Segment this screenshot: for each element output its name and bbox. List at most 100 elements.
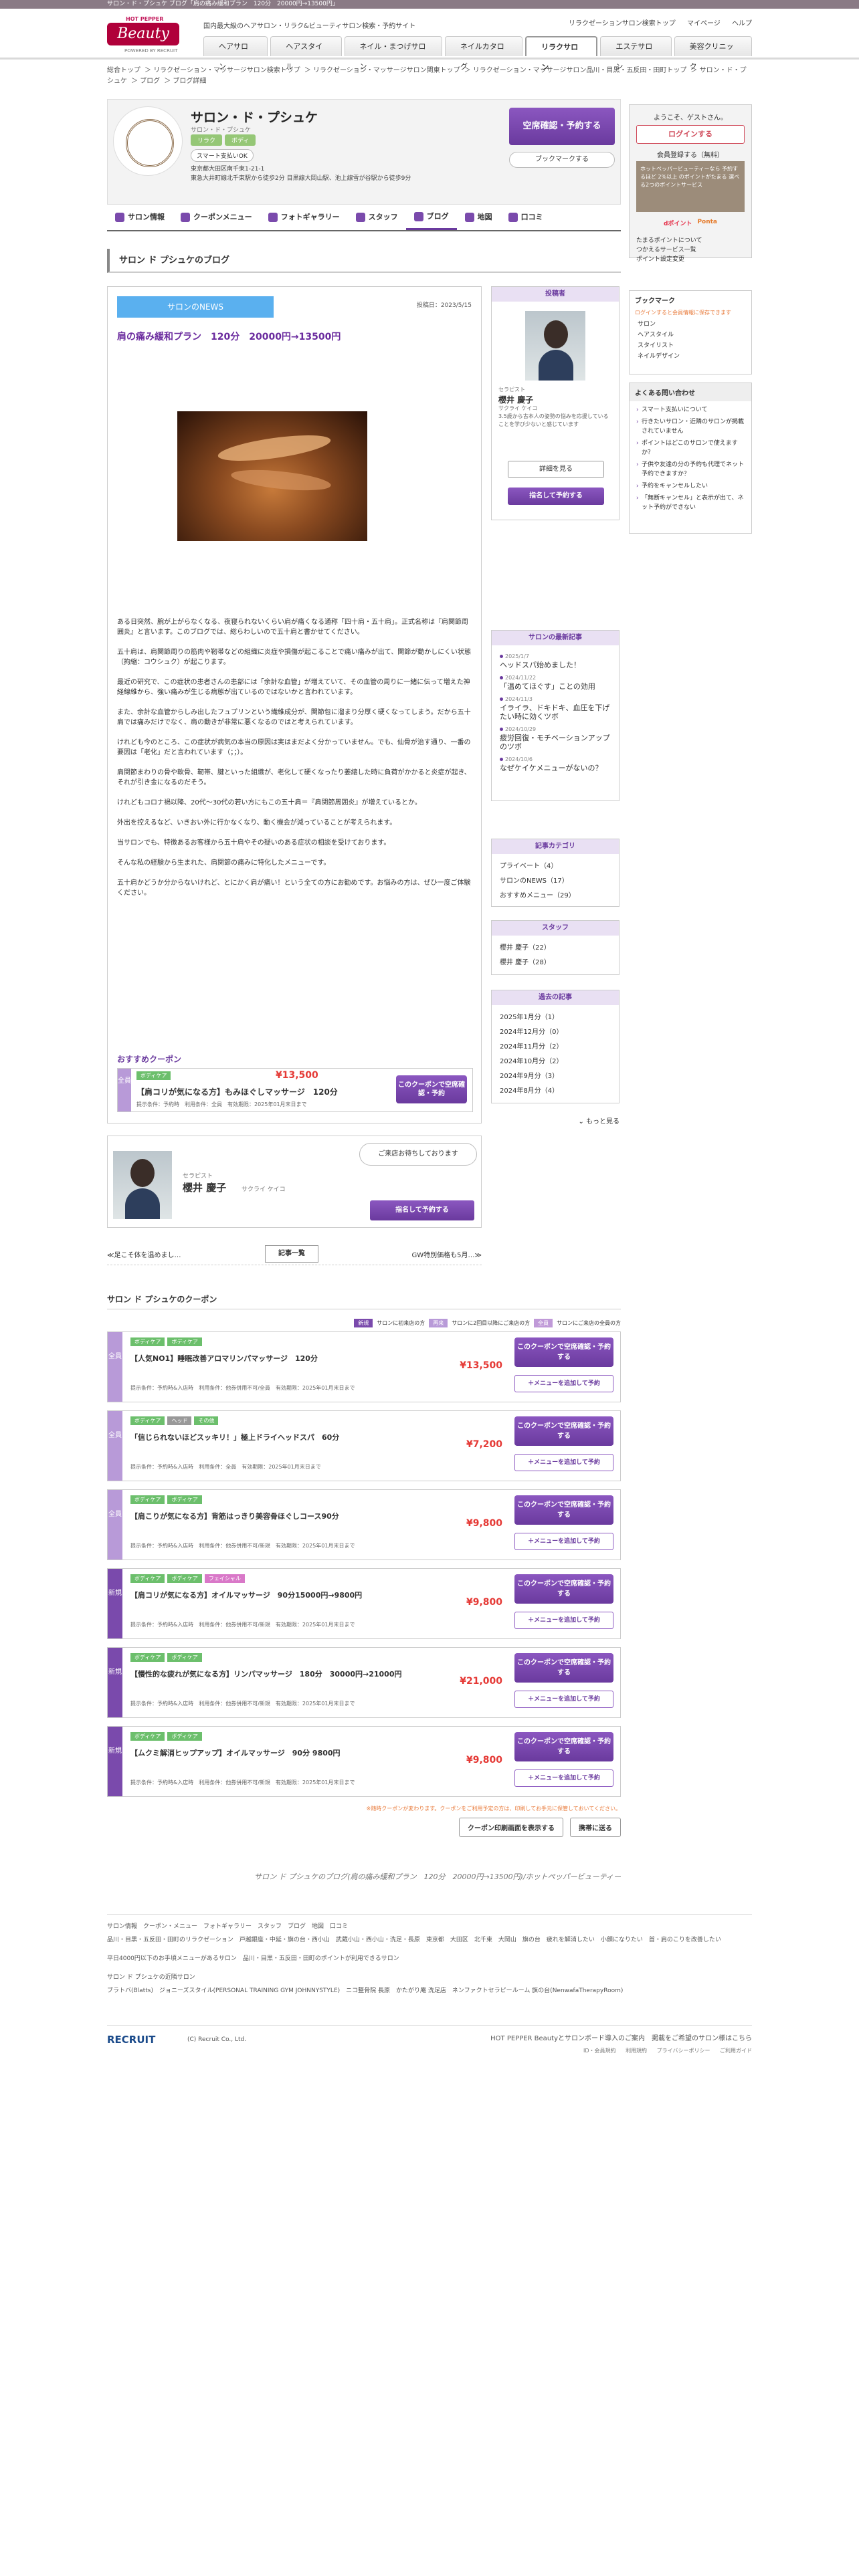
recent-post-item[interactable]: 2024/11/22 「温めてほぐす」ことの効用 [500,673,612,691]
footer-link-row[interactable]: 平日4000円以下のお手頃メニューがあるサロン 品川・目黒・五反田・田町のポイン… [107,1952,752,1965]
footer-legal-link[interactable]: プライバシーポリシー [657,2048,710,2054]
recent-post-item[interactable]: 2024/10/29 疲労回復・モチベーションアップのツボ [500,725,612,751]
tab-salon-info[interactable]: サロン情報 [107,205,173,230]
tab-blog[interactable]: ブログ [405,205,457,230]
coupon-reserve-button[interactable]: このクーポンで空席確認・予約する [514,1732,613,1761]
coupon-name[interactable]: 【肩コリが気になる方】もみほぐしマッサージ 120分 [136,1086,338,1097]
prev-post-link[interactable]: ≪足こそ体を温めまし… [107,1249,181,1259]
footer-legal-link[interactable]: 利用規約 [626,2048,647,2054]
gnav-tab-beauty-clinic[interactable]: 美容クリニック [674,36,753,71]
breadcrumb-item[interactable]: ブログ [140,78,160,85]
point-link[interactable]: つかえるサービス一覧 [636,245,702,255]
archive-link[interactable]: 2025年1月分（1） [500,1010,611,1025]
add-menu-reserve-button[interactable]: ＋メニューを追加して予約 [514,1612,613,1629]
recruit-logo[interactable]: RECRUIT [107,2034,155,2046]
tab-photo-gallery[interactable]: フォトギャラリー [260,205,348,230]
reserve-button[interactable]: 空席確認・予約する [509,108,615,145]
coupon-reserve-button[interactable]: このクーポンで空席確認・予約 [396,1075,467,1103]
recent-post-item[interactable]: 2024/10/6 なぜケイケメニューがないの？ [500,755,612,772]
print-coupon-button[interactable]: クーポン印刷画面を表示する [459,1818,563,1837]
gnav-tab-hairstyle[interactable]: ヘアスタイル [270,36,342,71]
footer-legal-link[interactable]: ID・会員規約 [583,2048,616,2054]
add-menu-reserve-button[interactable]: ＋メニューを追加して予約 [514,1454,613,1471]
tab-reviews[interactable]: 口コミ [500,205,551,230]
category-link[interactable]: おすすめメニュー（29） [500,889,611,903]
footer-link-row[interactable]: サロン情報 クーポン・メニュー フォトギャラリー スタッフ ブログ 地図 口コミ [107,1920,752,1933]
coupon-reserve-button[interactable]: このクーポンで空席確認・予約する [514,1495,613,1525]
gnav-tab-hair-salon[interactable]: ヘアサロン [203,36,268,71]
tab-coupon-menu[interactable]: クーポンメニュー [173,205,260,230]
stylist-name[interactable]: 櫻井 慶子 [183,1180,226,1194]
archive-link[interactable]: 2024年8月分（4） [500,1084,611,1099]
footer-link-row[interactable]: 品川・目黒・五反田・田町のリラクゼーション 戸越銀座・中延・旗の台・西小山 武蔵… [107,1933,752,1947]
post-title[interactable]: イライラ、ドキドキ、血圧を下げたい時に効くツボ [500,704,609,721]
nominate-reserve-button[interactable]: 指名して予約する [508,488,604,505]
coupon-reserve-button[interactable]: このクーポンで空席確認・予約する [514,1574,613,1604]
util-mypage-link[interactable]: マイページ [687,20,721,27]
util-relax-top-link[interactable]: リラクゼーションサロン検索トップ [569,20,676,27]
faq-link[interactable]: 行きたいサロン・近隣のサロンが掲載されていません [636,417,745,436]
category-link[interactable]: プライベート（4） [500,859,611,874]
author-photo[interactable] [525,311,585,381]
author-detail-button[interactable]: 詳細を見る [508,461,604,478]
post-list-button[interactable]: 記事一覧 [265,1245,318,1263]
smart-pay-badge[interactable]: スマート支払いOK [191,149,254,162]
site-logo[interactable]: HOT PEPPER Beauty POWERED BY RECRUIT [107,16,181,53]
bookmark-button[interactable]: ブックマークする [509,152,615,168]
coupon-name[interactable]: 「信じられないほどスッキリ！」極上ドライヘッドスパ 60分 [130,1432,411,1442]
tab-staff[interactable]: スタッフ [348,205,406,230]
recent-post-item[interactable]: 2024/11/3 イライラ、ドキドキ、血圧を下げたい時に効くツボ [500,695,612,721]
gnav-tab-esthetic-salon[interactable]: エステサロン [600,36,672,71]
point-link[interactable]: たまるポイントについて [636,236,702,245]
faq-link[interactable]: ポイントはどこのサロンで使えますか？ [636,439,745,457]
coupon-name[interactable]: 【慢性的な疲れが気になる方】リンパマッサージ 180分 30000円→21000… [130,1669,411,1679]
register-link[interactable]: 会員登録する（無料） [630,149,751,159]
stylist-photo[interactable] [113,1151,172,1219]
gnav-tab-nail-catalog[interactable]: ネイルカタログ [445,36,523,71]
bookmark-link[interactable]: ネイルデザイン [638,351,743,362]
add-menu-reserve-button[interactable]: ＋メニューを追加して予約 [514,1375,613,1392]
login-button[interactable]: ログインする [636,125,745,144]
add-menu-reserve-button[interactable]: ＋メニューを追加して予約 [514,1691,613,1708]
archive-link[interactable]: 2024年9月分（3） [500,1069,611,1084]
coupon-reserve-button[interactable]: このクーポンで空席確認・予約する [514,1337,613,1367]
util-help-link[interactable]: ヘルプ [732,20,752,27]
bookmark-link[interactable]: ヘアスタイル [638,330,743,340]
staff-link[interactable]: 櫻井 慶子（28） [500,956,611,970]
category-link[interactable]: サロンのNEWS（17） [500,874,611,889]
post-title[interactable]: 疲労回復・モチベーションアップのツボ [500,734,610,751]
staff-link[interactable]: 櫻井 慶子（22） [500,941,611,956]
gnav-tab-nail-salon[interactable]: ネイル・まつげサロン [344,36,443,71]
post-title[interactable]: 「温めてほぐす」ことの効用 [500,682,595,691]
tab-map[interactable]: 地図 [457,205,500,230]
archive-more-link[interactable]: ⌄ もっと見る [491,1115,619,1125]
add-menu-reserve-button[interactable]: ＋メニューを追加して予約 [514,1769,613,1787]
faq-link[interactable]: スマート支払いについて [636,405,745,415]
footer-legal-link[interactable]: ご利用ガイド [720,2048,752,2054]
coupon-name[interactable]: 【肩コリが気になる方】オイルマッサージ 90分15000円→9800円 [130,1590,411,1600]
coupon-name[interactable]: 【肩こりが気になる方】背筋はっきり美容骨ほぐしコース90分 [130,1511,411,1521]
add-menu-reserve-button[interactable]: ＋メニューを追加して予約 [514,1533,613,1550]
footer-salon-board-link[interactable]: HOT PEPPER Beautyとサロンボード導入のご案内 掲載をご希望のサロ… [490,2032,752,2042]
faq-link[interactable]: 予約をキャンセルしたい [636,481,745,491]
bookmark-link[interactable]: スタイリスト [638,340,743,351]
stylist-nominate-button[interactable]: 指名して予約する [370,1200,474,1220]
breadcrumb-item[interactable]: 総合トップ [107,67,140,74]
next-post-link[interactable]: GW特別価格も5月…≫ [412,1249,482,1259]
coupon-reserve-button[interactable]: このクーポンで空席確認・予約する [514,1416,613,1446]
post-title[interactable]: なぜケイケメニューがないの？ [500,764,602,772]
archive-link[interactable]: 2024年10月分（2） [500,1055,611,1069]
author-name[interactable]: 櫻井 慶子 [498,394,533,405]
coupon-name[interactable]: 【人気NO1】睡眠改善アロマリンパマッサージ 120分 [130,1354,411,1364]
breadcrumb-item[interactable]: リラクゼーション・マッサージサロン品川・目黒・五反田・田町トップ [473,67,687,74]
coupon-name[interactable]: 【ムクミ解消ヒップアップ】オイルマッサージ 90分 9800円 [130,1748,411,1758]
archive-link[interactable]: 2024年11月分（2） [500,1040,611,1055]
gnav-tab-relax-salon[interactable]: リラクサロン [525,36,598,72]
post-title[interactable]: ヘッドスパ始めました！ [500,661,581,669]
breadcrumb-item[interactable]: リラクゼーション・マッサージサロン検索トップ [153,67,300,74]
coupon-reserve-button[interactable]: このクーポンで空席確認・予約する [514,1653,613,1683]
faq-link[interactable]: 子供や友達の分の予約も代理でネット予約できますか？ [636,460,745,479]
archive-link[interactable]: 2024年12月分（0） [500,1025,611,1040]
faq-link[interactable]: 「無断キャンセル」と表示が出て、ネット予約ができない [636,494,745,512]
send-to-mobile-button[interactable]: 携帯に送る [570,1818,621,1837]
